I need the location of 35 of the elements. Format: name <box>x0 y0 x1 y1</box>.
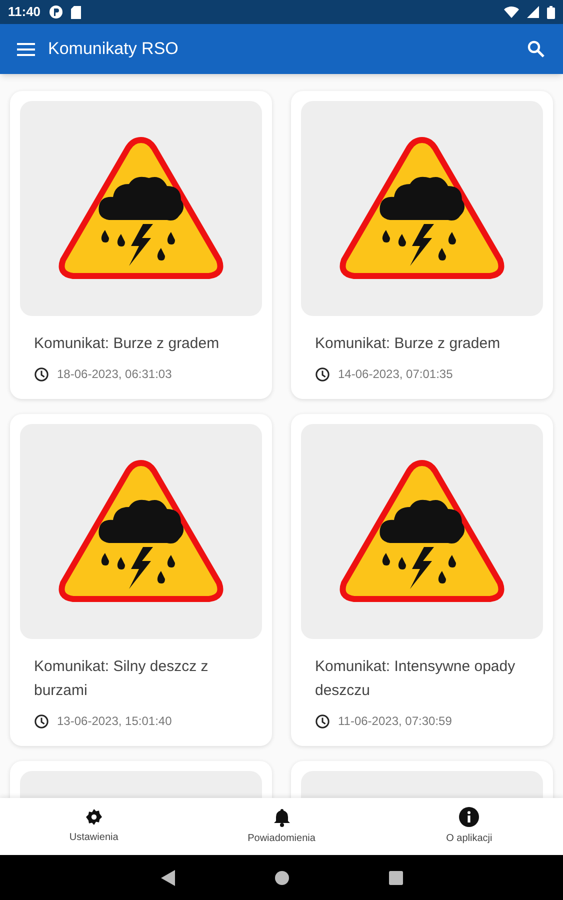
nav-button[interactable]: O aplikacji <box>375 798 563 855</box>
signal-icon <box>527 6 539 18</box>
message-card[interactable]: Komunikat: Burze z gradem 14-06-2023, 07:01:35 <box>291 91 553 399</box>
menu-icon <box>17 42 35 56</box>
search-icon <box>527 40 545 58</box>
info-icon <box>459 807 480 827</box>
nav-button[interactable]: Ustawienia <box>0 798 188 855</box>
settings-icon <box>84 808 103 826</box>
message-title: Komunikat: Intensywne opady deszczu <box>315 657 516 701</box>
search-button[interactable] <box>525 38 547 60</box>
notification-icon <box>48 5 63 19</box>
status-time: 11:40 <box>8 3 41 22</box>
back-icon[interactable] <box>160 870 174 886</box>
message-title: Komunikat: Silny deszcz z burzami <box>34 657 210 701</box>
message-date: 14-06-2023, 07:01:35 <box>338 366 453 383</box>
nav-button[interactable]: Powiadomienia <box>188 798 376 855</box>
bell-icon <box>274 808 290 826</box>
message-title: Komunikat: Burze z gradem <box>315 334 502 354</box>
message-card[interactable]: Komunikat: Silny deszcz z burzami 13-06-2023, 15:01:40 <box>10 414 272 746</box>
sd-card-icon <box>70 6 81 18</box>
clock-icon <box>34 366 49 382</box>
clock-icon <box>315 366 330 382</box>
message-title: Komunikat: Burze z gradem <box>34 334 220 354</box>
wifi-icon <box>504 6 519 18</box>
message-card[interactable]: Komunikat: Burze z gradem 18-06-2023, 06:31:03 <box>10 91 272 399</box>
home-icon[interactable] <box>274 870 288 884</box>
message-date: 13-06-2023, 15:01:40 <box>57 713 172 730</box>
message-date: 18-06-2023, 06:31:03 <box>57 366 172 383</box>
app-title: Komunikaty RSO <box>48 38 178 60</box>
message-card[interactable]: Komunikat: Intensywne opady deszczu 11-06-2023, 07:30:59 <box>291 414 553 746</box>
recents-icon[interactable] <box>388 870 402 884</box>
clock-icon <box>34 714 49 728</box>
clock-icon <box>315 714 330 728</box>
message-date: 11-06-2023, 07:30:59 <box>338 713 452 730</box>
battery-icon <box>547 6 555 18</box>
